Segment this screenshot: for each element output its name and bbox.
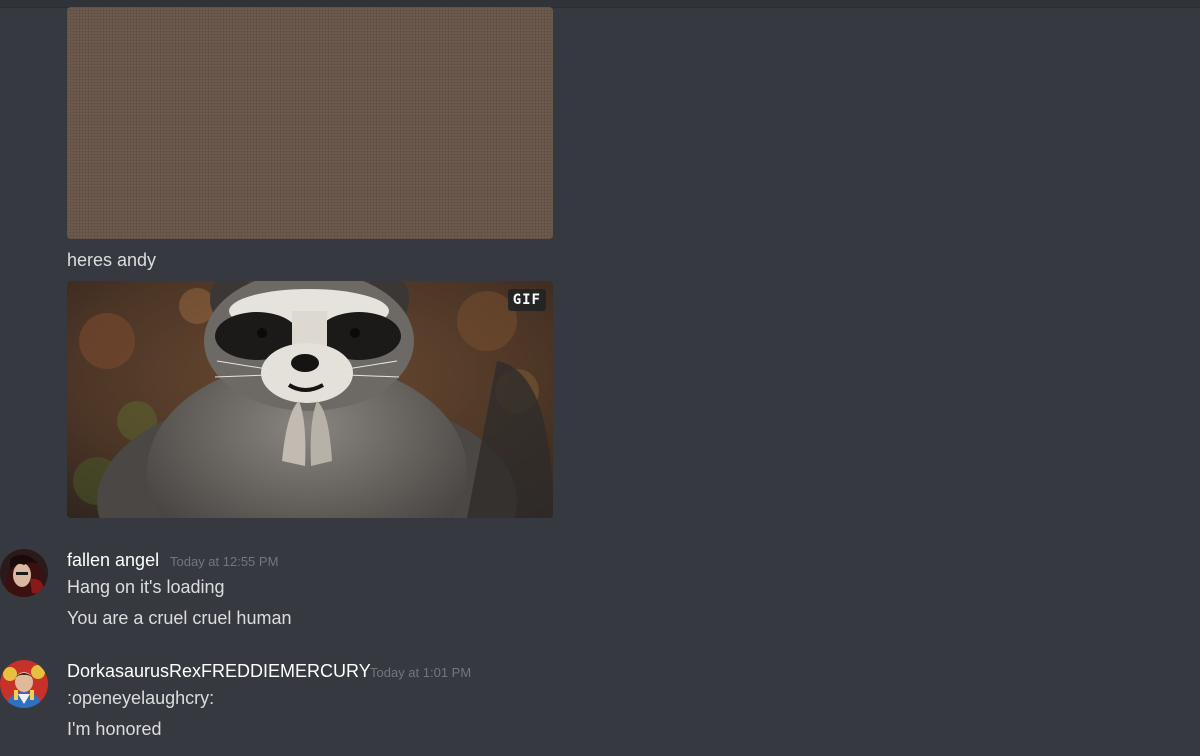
message-author-name[interactable]: fallen angel [67,549,159,571]
message-author-name[interactable]: DorkasaurusRexFREDDIEMERCURY [67,660,371,682]
message-timestamp: Today at 1:01 PM [370,665,472,680]
raccoon-gif-embed[interactable]: GIF [67,281,553,518]
gif-badge: GIF [507,289,546,311]
message-text: I'm honored [67,719,162,739]
dorkasaurus-avatar[interactable] [0,660,48,708]
chat-messages-area[interactable]: heres andy GIF fallen angel Today at 12:… [0,0,1200,756]
fallen-angel-avatar[interactable] [0,549,48,597]
message-timestamp: Today at 12:55 PM [170,554,279,569]
image-attachment[interactable] [67,7,553,239]
message-text: heres andy [67,250,157,270]
message-text: :openeyelaughcry: [67,688,215,708]
message-text: Hang on it's loading [67,577,225,597]
raccoon-gif-image [67,281,553,518]
message-text: You are a cruel cruel human [67,608,292,628]
